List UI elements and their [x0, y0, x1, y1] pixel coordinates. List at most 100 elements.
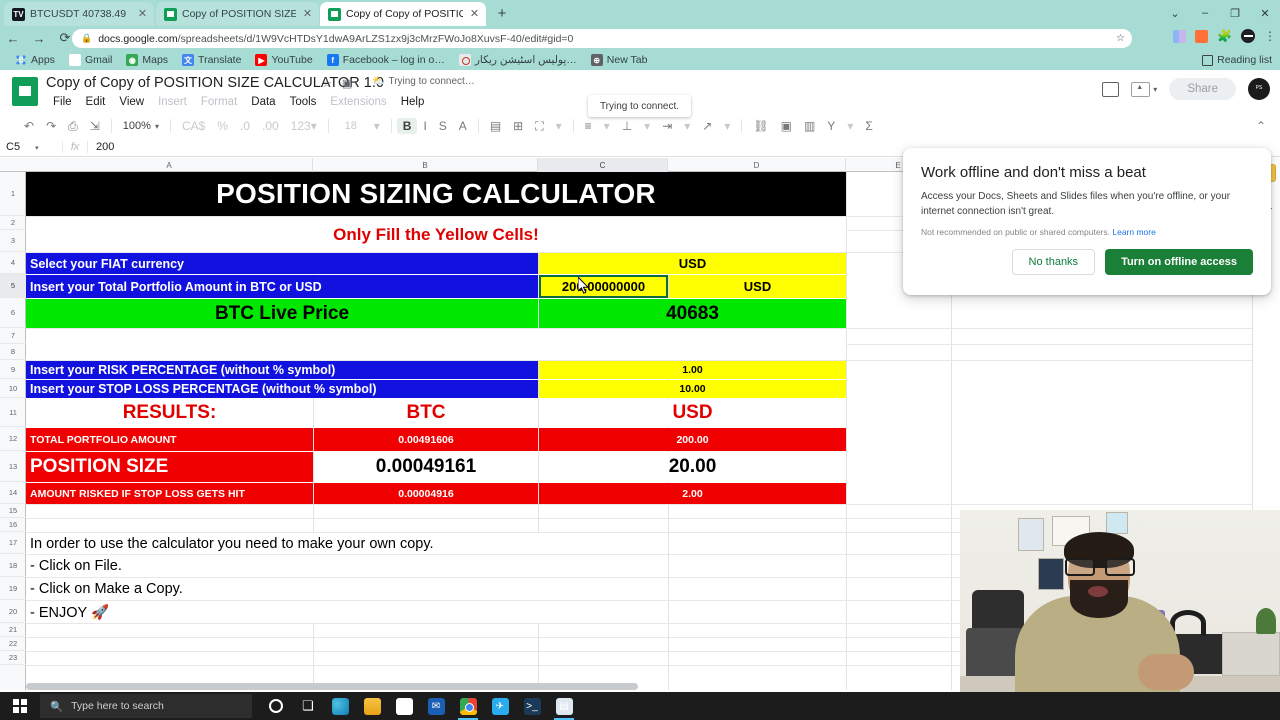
- cell-portfolio-currency[interactable]: USD: [669, 275, 846, 298]
- row-header-8[interactable]: 8: [0, 344, 26, 360]
- task-view-icon[interactable]: ❏: [292, 692, 324, 720]
- bookmark-translate[interactable]: 文 Translate: [175, 54, 248, 66]
- cell-subtitle[interactable]: Only Fill the Yellow Cells!: [26, 217, 846, 252]
- bold-button[interactable]: B: [396, 118, 418, 134]
- row-header-2[interactable]: 2: [0, 216, 26, 230]
- percent-format-button[interactable]: %: [211, 119, 234, 133]
- new-tab-button[interactable]: +: [492, 5, 512, 25]
- cell-total-portfolio-usd[interactable]: 200.00: [539, 428, 846, 451]
- menu-view[interactable]: View: [112, 94, 151, 110]
- bookmark-maps[interactable]: ◉ Maps: [119, 54, 175, 66]
- mail-icon[interactable]: ✉: [420, 692, 452, 720]
- row-header-18[interactable]: 18: [0, 554, 26, 577]
- row-header-3[interactable]: 3: [0, 230, 26, 252]
- bookmark-youtube[interactable]: ▶ YouTube: [248, 54, 319, 66]
- text-wrap-button[interactable]: ⇥: [656, 119, 678, 133]
- menu-edit[interactable]: Edit: [79, 94, 113, 110]
- merge-caret-icon[interactable]: ▾: [550, 119, 568, 133]
- toolbar-collapse[interactable]: ⌃: [1250, 119, 1272, 133]
- start-button[interactable]: [0, 692, 40, 720]
- cell-amount-risked-usd[interactable]: 2.00: [539, 483, 846, 504]
- chrome-menu-icon[interactable]: ⋮: [1264, 29, 1276, 43]
- text-rotation-button[interactable]: ↗: [696, 119, 718, 133]
- cell-title[interactable]: POSITION SIZING CALCULATOR: [26, 172, 846, 216]
- decrease-decimal-button[interactable]: .0: [234, 119, 256, 133]
- present-button[interactable]: ▾: [1131, 81, 1157, 97]
- menu-file[interactable]: File: [46, 94, 79, 110]
- extensions-puzzle-icon[interactable]: 🧩: [1217, 29, 1232, 43]
- row-header-15[interactable]: 15: [0, 504, 26, 518]
- row-header-10[interactable]: 10: [0, 379, 26, 398]
- halign-caret-icon[interactable]: ▾: [598, 119, 616, 133]
- profile-avatar-icon[interactable]: [1241, 29, 1255, 43]
- insert-comment-button[interactable]: ▣: [775, 119, 798, 133]
- horizontal-scrollbar[interactable]: [26, 683, 638, 690]
- row-header-12[interactable]: 12: [0, 427, 26, 451]
- cell-position-size-btc[interactable]: 0.00049161: [314, 452, 538, 482]
- cell-fiat-label[interactable]: Select your FIAT currency: [26, 253, 538, 274]
- row-header-6[interactable]: 6: [0, 298, 26, 328]
- cell-stoploss-value[interactable]: 10.00: [539, 380, 846, 398]
- vertical-align-button[interactable]: ⊥: [616, 119, 638, 133]
- font-size-input[interactable]: 18: [334, 120, 368, 132]
- minimize-button[interactable]: –: [1190, 7, 1220, 19]
- cell-risk-value[interactable]: 1.00: [539, 361, 846, 379]
- cell-results-usd-header[interactable]: USD: [539, 399, 846, 427]
- powershell-icon[interactable]: >_: [516, 692, 548, 720]
- more-formats-button[interactable]: 123▾: [285, 119, 323, 133]
- cortana-icon[interactable]: [260, 692, 292, 720]
- bookmark-police-record[interactable]: پولیس اسٹیشن ریکار…: [452, 54, 584, 66]
- cell-results-label[interactable]: RESULTS:: [26, 399, 313, 427]
- column-header-a[interactable]: A: [26, 158, 313, 172]
- taskbar-search[interactable]: 🔍 Type here to search: [40, 694, 252, 718]
- zoom-selector[interactable]: 100% ▾: [117, 120, 165, 132]
- row-header-5[interactable]: 5: [0, 274, 26, 298]
- paint-format-icon[interactable]: ⇲: [84, 119, 106, 133]
- reading-list-button[interactable]: Reading list: [1202, 54, 1272, 66]
- font-size-caret-icon[interactable]: ▾: [368, 119, 386, 133]
- wrap-caret-icon[interactable]: ▾: [678, 119, 696, 133]
- cell-results-btc-header[interactable]: BTC: [314, 399, 538, 427]
- cell-fiat-value[interactable]: USD: [539, 253, 846, 274]
- redo-icon[interactable]: ↷: [40, 119, 62, 133]
- chrome-icon[interactable]: [452, 692, 484, 720]
- cell-portfolio-label[interactable]: Insert your Total Portfolio Amount in BT…: [26, 275, 538, 298]
- learn-more-link[interactable]: Learn more: [1112, 227, 1155, 237]
- column-header-d[interactable]: D: [668, 158, 846, 172]
- print-icon[interactable]: ⎙: [62, 119, 84, 134]
- cell-amount-risked-label[interactable]: AMOUNT RISKED IF STOP LOSS GETS HIT: [26, 483, 313, 504]
- comment-history-icon[interactable]: [1102, 81, 1120, 97]
- cell-note-2[interactable]: - Click on File.: [26, 555, 546, 577]
- filter-caret-icon[interactable]: ▾: [841, 119, 859, 133]
- tab-close-button[interactable]: ✕: [468, 8, 481, 20]
- cell-position-size-label[interactable]: POSITION SIZE: [26, 452, 313, 482]
- valign-caret-icon[interactable]: ▾: [638, 119, 656, 133]
- move-to-folder-icon[interactable]: ▣: [342, 77, 352, 90]
- cell-note-3[interactable]: - Click on Make a Copy.: [26, 578, 546, 600]
- cell-stoploss-label[interactable]: Insert your STOP LOSS PERCENTAGE (withou…: [26, 380, 538, 398]
- currency-format-button[interactable]: CA$: [176, 119, 211, 133]
- menu-extensions[interactable]: Extensions: [323, 94, 393, 110]
- bookmark-gmail[interactable]: M Gmail: [62, 54, 119, 66]
- cell-blank-7-8[interactable]: [26, 329, 846, 360]
- share-button[interactable]: Share: [1169, 78, 1236, 100]
- row-header-1[interactable]: 1: [0, 172, 26, 216]
- turn-on-offline-access-button[interactable]: Turn on offline access: [1105, 249, 1253, 275]
- increase-decimal-button[interactable]: .00: [256, 119, 285, 133]
- insert-chart-button[interactable]: ▥: [798, 119, 821, 133]
- menu-format[interactable]: Format: [194, 94, 244, 110]
- close-window-button[interactable]: ✕: [1250, 7, 1280, 20]
- cell-btc-price-value[interactable]: 40683: [539, 299, 846, 328]
- row-header-22[interactable]: 22: [0, 637, 26, 651]
- undo-icon[interactable]: ↶: [18, 119, 40, 133]
- chevron-up-icon[interactable]: ⌃: [1250, 119, 1272, 133]
- extension-grid-icon[interactable]: [1173, 29, 1187, 43]
- microsoft-store-icon[interactable]: ▦: [388, 692, 420, 720]
- cell-position-size-usd[interactable]: 20.00: [539, 452, 846, 482]
- browser-tab-0[interactable]: TV BTCUSDT 40738.49 ▼ −4.04% us… ✕: [4, 2, 154, 26]
- fill-color-button[interactable]: ▤: [484, 119, 507, 133]
- menu-insert[interactable]: Insert: [151, 94, 194, 110]
- italic-button[interactable]: I: [417, 119, 432, 133]
- row-header-20[interactable]: 20: [0, 600, 26, 623]
- horizontal-align-button[interactable]: ≡: [579, 119, 598, 133]
